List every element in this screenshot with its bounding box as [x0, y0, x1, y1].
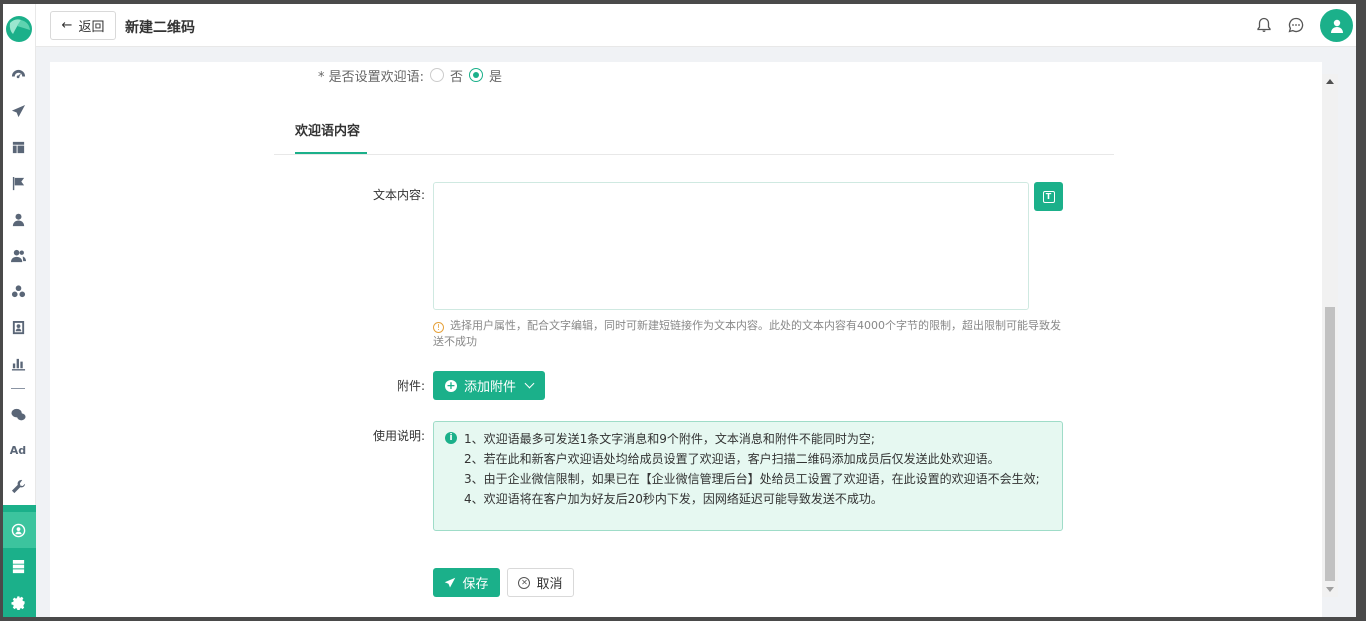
customer-ops-icon[interactable]: [9, 521, 27, 539]
sidebar-active-group: [3, 505, 36, 617]
send-icon: [445, 577, 456, 587]
radio-no-label: 否: [450, 69, 464, 85]
hint-text: 选择用户属性，配合文字编辑，同时可新建短链接作为文本内容。此处的文本内容有400…: [433, 319, 1061, 348]
radio-yes-label: 是: [489, 69, 503, 85]
scrollbar-thumb[interactable]: [1325, 307, 1335, 581]
form-card: * 是否设置欢迎语: 否 是 欢迎语内容 文本内容: T ! 选择用户属性，配合文…: [50, 62, 1322, 617]
text-content-input[interactable]: [433, 182, 1029, 310]
welcome-toggle-row: * 是否设置欢迎语: 否 是: [318, 66, 503, 85]
section-divider: [274, 154, 1114, 155]
sidebar-divider: [11, 388, 25, 389]
warning-icon: !: [433, 322, 444, 333]
message-icon[interactable]: [1287, 16, 1305, 34]
server-icon[interactable]: [9, 557, 27, 575]
scroll-down-arrow[interactable]: [1326, 587, 1334, 592]
user-avatar-icon: [1330, 19, 1343, 33]
send-icon[interactable]: [9, 102, 27, 120]
usage-line: 1、欢迎语最多可发送1条文字消息和9个附件，文本消息和附件不能同时为空;: [464, 432, 875, 446]
add-attachment-button[interactable]: + 添加附件: [433, 371, 545, 400]
ad-icon-text: Ad: [9, 443, 27, 457]
usage-line: 3、由于企业微信限制，如果已在【企业微信管理后台】处给员工设置了欢迎语，在此设置…: [464, 472, 1040, 486]
radio-no[interactable]: [430, 68, 445, 82]
contact-card-icon[interactable]: [9, 318, 27, 336]
radio-yes[interactable]: [469, 68, 484, 82]
add-attachment-label: 添加附件: [463, 380, 516, 395]
logo-icon: [6, 16, 32, 42]
text-format-button[interactable]: T: [1034, 182, 1063, 211]
info-icon: i: [445, 432, 457, 444]
layout-icon[interactable]: [9, 138, 27, 156]
section-title: 欢迎语内容: [295, 124, 361, 139]
back-button-label: 返回: [78, 20, 105, 35]
bell-icon[interactable]: [1255, 16, 1273, 34]
scrollbar[interactable]: [1322, 74, 1338, 597]
users-icon[interactable]: [9, 246, 27, 264]
usage-notice: i 1、欢迎语最多可发送1条文字消息和9个附件，文本消息和附件不能同时为空; 2…: [433, 421, 1063, 531]
flag-icon[interactable]: [9, 174, 27, 192]
section-tab-welcome[interactable]: 欢迎语内容: [295, 120, 367, 156]
back-button[interactable]: ← 返回: [50, 11, 116, 40]
cancel-button[interactable]: ✕ 取消: [507, 568, 574, 597]
plus-circle-icon: +: [444, 378, 457, 392]
text-format-icon: T: [1042, 190, 1055, 203]
cancel-label: 取消: [536, 577, 563, 592]
dashboard-icon[interactable]: [9, 66, 27, 84]
sidebar: Ad: [3, 4, 36, 617]
usage-line: 2、若在此和新客户欢迎语处均给成员设置了欢迎语，客户扫描二维码添加成员后仅发送此…: [464, 452, 1000, 466]
close-circle-icon: ✕: [518, 576, 531, 589]
usage-label: 使用说明:: [372, 429, 425, 443]
ad-icon[interactable]: Ad: [9, 441, 27, 459]
usage-line: 4、欢迎语将在客户加为好友后20秒内下发，因网络延迟可能导致发送不成功。: [464, 492, 883, 506]
group-icon[interactable]: [9, 282, 27, 300]
save-label: 保存: [462, 577, 489, 592]
bar-chart-icon[interactable]: [9, 354, 27, 372]
top-bar: ← 返回 新建二维码: [36, 4, 1356, 47]
arrow-left-icon: ←: [61, 18, 73, 33]
attachment-label: 附件:: [396, 379, 425, 393]
chevron-down-icon: [524, 378, 535, 389]
text-content-label: 文本内容:: [372, 188, 425, 202]
text-content-hint: ! 选择用户属性，配合文字编辑，同时可新建短链接作为文本内容。此处的文本内容有40…: [433, 318, 1063, 350]
save-button[interactable]: 保存: [433, 568, 500, 597]
wechat-icon[interactable]: [9, 405, 27, 423]
app-frame: Ad ← 返回 新建二维码 * 是否设置欢迎语: 否 是 欢迎语内容 文本内容:…: [3, 4, 1356, 617]
wrench-icon[interactable]: [9, 477, 27, 495]
user-icon[interactable]: [9, 210, 27, 228]
page-title: 新建二维码: [125, 20, 195, 36]
welcome-question-label: * 是否设置欢迎语:: [318, 69, 425, 85]
avatar[interactable]: [1320, 9, 1353, 42]
scroll-up-arrow[interactable]: [1326, 79, 1334, 84]
settings-icon[interactable]: [9, 593, 27, 611]
